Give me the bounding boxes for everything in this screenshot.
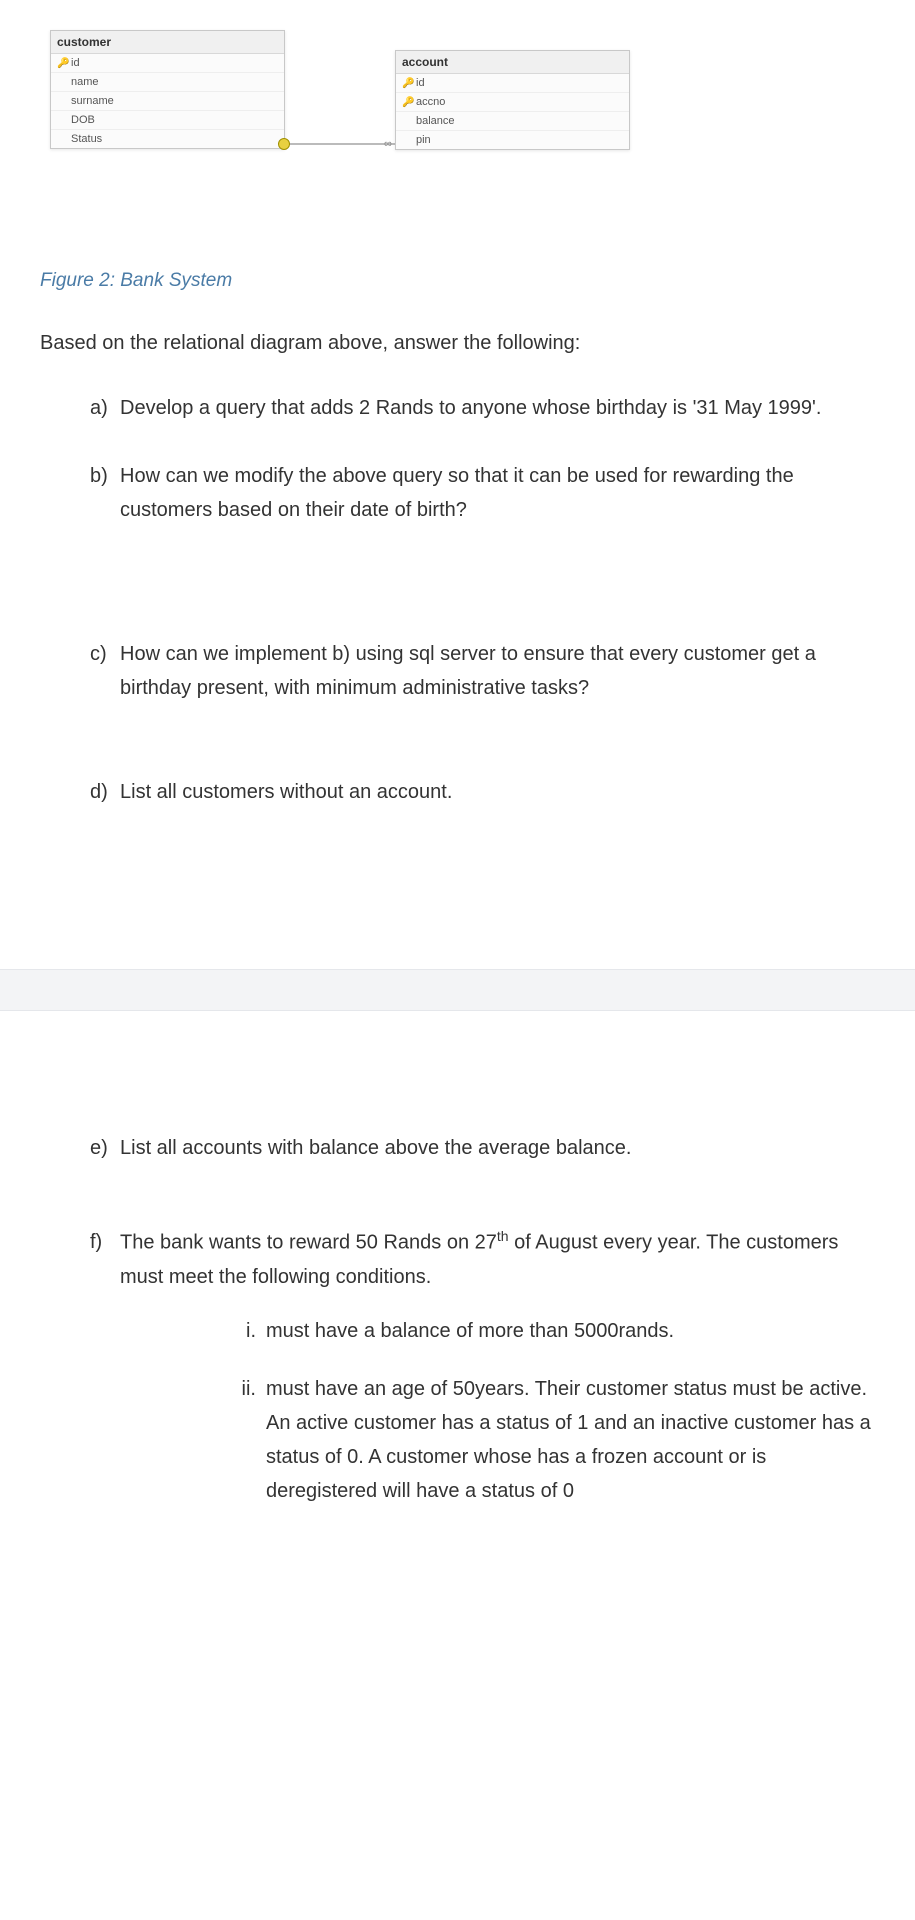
question-label: d) <box>90 775 120 809</box>
question-f: f) The bank wants to reward 50 Rands on … <box>90 1225 875 1532</box>
question-body: List all accounts with balance above the… <box>120 1131 875 1165</box>
sub-body: must have a balance of more than 5000ran… <box>266 1314 875 1348</box>
question-b: b) How can we modify the above query so … <box>90 459 875 527</box>
field-name: id <box>71 57 80 69</box>
question-f-text-pre: The bank wants to reward 50 Rands on 27 <box>120 1232 497 1254</box>
question-body: List all customers without an account. <box>120 775 875 809</box>
question-body: How can we modify the above query so tha… <box>120 459 875 527</box>
field-name: surname <box>57 95 114 107</box>
question-a: a) Develop a query that adds 2 Rands to … <box>90 391 875 425</box>
question-label: b) <box>90 459 120 527</box>
entity-row: Status <box>51 130 284 148</box>
key-icon: 🔑 <box>402 97 416 108</box>
question-body: The bank wants to reward 50 Rands on 27t… <box>120 1225 875 1532</box>
relationship-line <box>285 143 395 145</box>
field-name: id <box>416 77 425 89</box>
page-upper: customer 🔑 id name surname DOB Status ∞ … <box>0 0 915 969</box>
field-name: accno <box>416 96 445 108</box>
sub-item-ii: ii. must have an age of 50years. Their c… <box>230 1372 875 1508</box>
entity-row: DOB <box>51 111 284 130</box>
entity-row: 🔑 id <box>396 74 629 93</box>
question-e: e) List all accounts with balance above … <box>90 1131 875 1165</box>
question-list: a) Develop a query that adds 2 Rands to … <box>40 391 875 809</box>
entity-customer: customer 🔑 id name surname DOB Status <box>50 30 285 149</box>
field-name: name <box>57 76 99 88</box>
entity-row: balance <box>396 112 629 131</box>
entity-row: 🔑 id <box>51 54 284 73</box>
entity-row: surname <box>51 92 284 111</box>
entity-account: account 🔑 id 🔑 accno balance pin <box>395 50 630 150</box>
sub-list: i. must have a balance of more than 5000… <box>120 1314 875 1508</box>
entity-customer-title: customer <box>51 31 284 54</box>
question-d: d) List all customers without an account… <box>90 775 875 809</box>
er-diagram: customer 🔑 id name surname DOB Status ∞ … <box>40 30 875 200</box>
figure-caption: Figure 2: Bank System <box>40 270 875 292</box>
question-label: a) <box>90 391 120 425</box>
key-icon: 🔑 <box>402 78 416 89</box>
relationship-many-icon: ∞ <box>384 138 390 150</box>
question-list-lower: e) List all accounts with balance above … <box>40 1131 875 1532</box>
entity-account-title: account <box>396 51 629 74</box>
question-body: How can we implement b) using sql server… <box>120 637 875 705</box>
field-name: balance <box>402 115 455 127</box>
entity-row: 🔑 accno <box>396 93 629 112</box>
relationship-one-icon <box>278 138 290 150</box>
field-name: DOB <box>57 114 95 126</box>
field-name: Status <box>57 133 102 145</box>
field-name: pin <box>402 134 431 146</box>
intro-text: Based on the relational diagram above, a… <box>40 332 875 355</box>
sub-label: i. <box>230 1314 266 1348</box>
sub-body: must have an age of 50years. Their custo… <box>266 1372 875 1508</box>
page-break <box>0 969 915 1011</box>
page-lower: e) List all accounts with balance above … <box>0 1011 915 1606</box>
question-label: c) <box>90 637 120 705</box>
key-icon: 🔑 <box>57 58 71 69</box>
sub-item-i: i. must have a balance of more than 5000… <box>230 1314 875 1348</box>
question-label: e) <box>90 1131 120 1165</box>
question-body: Develop a query that adds 2 Rands to any… <box>120 391 875 425</box>
question-label: f) <box>90 1225 120 1532</box>
entity-row: pin <box>396 131 629 149</box>
entity-row: name <box>51 73 284 92</box>
sub-label: ii. <box>230 1372 266 1508</box>
question-c: c) How can we implement b) using sql ser… <box>90 637 875 705</box>
question-f-sup: th <box>497 1228 509 1244</box>
